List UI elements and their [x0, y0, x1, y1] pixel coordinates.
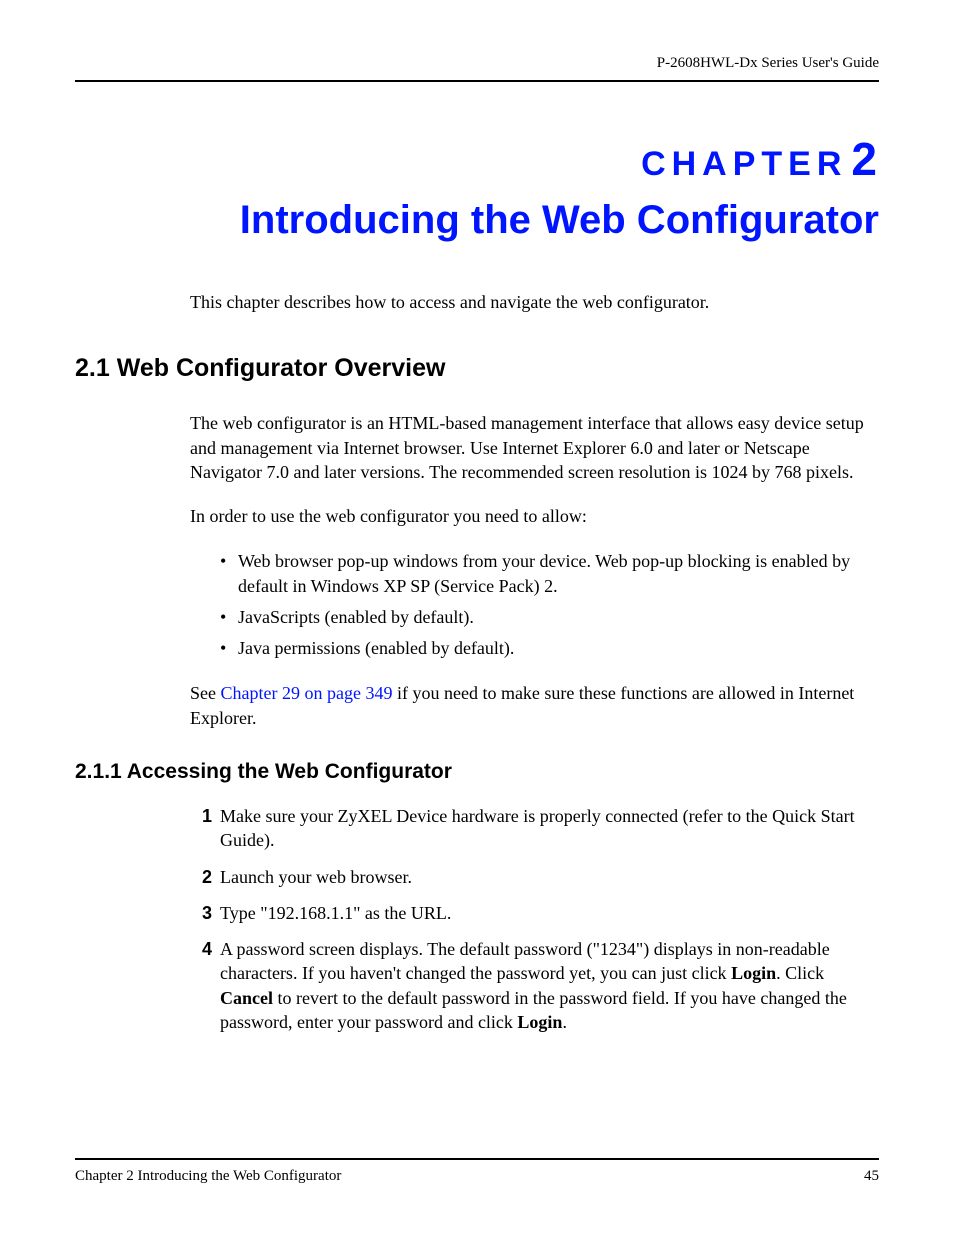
chapter-number: 2 [851, 133, 879, 185]
body-paragraph: In order to use the web configurator you… [190, 504, 879, 528]
step-number: 1 [190, 804, 212, 853]
step-number: 3 [190, 901, 212, 925]
step-text-fragment: . Click [776, 963, 824, 983]
footer-chapter-title: Chapter 2 Introducing the Web Configurat… [75, 1168, 341, 1185]
list-item: Web browser pop-up windows from your dev… [220, 549, 879, 599]
cross-reference-link[interactable]: Chapter 29 on page 349 [221, 683, 393, 703]
page-header: P-2608HWL-Dx Series User's Guide [75, 55, 879, 82]
step-item: 3 Type "192.168.1.1" as the URL. [190, 901, 879, 925]
page-number: 45 [864, 1168, 879, 1185]
section-heading-2-1: 2.1 Web Configurator Overview [75, 354, 879, 383]
login-label: Login [517, 1012, 562, 1032]
step-item: 1 Make sure your ZyXEL Device hardware i… [190, 804, 879, 853]
step-item: 4 A password screen displays. The defaul… [190, 937, 879, 1034]
cancel-label: Cancel [220, 988, 273, 1008]
see-reference-paragraph: See Chapter 29 on page 349 if you need t… [190, 681, 879, 730]
list-item: Java permissions (enabled by default). [220, 636, 879, 661]
chapter-intro: This chapter describes how to access and… [190, 291, 879, 314]
step-text-fragment: . [562, 1012, 567, 1032]
chapter-heading: CHAPTER 2 Introducing the Web Configurat… [75, 132, 879, 246]
requirements-list: Web browser pop-up windows from your dev… [220, 549, 879, 662]
login-label: Login [731, 963, 776, 983]
step-number: 2 [190, 865, 212, 889]
step-item: 2 Launch your web browser. [190, 865, 879, 889]
see-prefix: See [190, 683, 221, 703]
chapter-title: Introducing the Web Configurator [75, 194, 879, 246]
step-number: 4 [190, 937, 212, 1034]
section-heading-2-1-1: 2.1.1 Accessing the Web Configurator [75, 760, 879, 784]
steps-list: 1 Make sure your ZyXEL Device hardware i… [190, 804, 879, 1034]
step-text: Launch your web browser. [220, 865, 879, 889]
step-text: A password screen displays. The default … [220, 937, 879, 1034]
chapter-label: CHAPTER [641, 145, 847, 183]
page-footer: Chapter 2 Introducing the Web Configurat… [75, 1158, 879, 1185]
list-item: JavaScripts (enabled by default). [220, 605, 879, 630]
body-paragraph: The web configurator is an HTML-based ma… [190, 411, 879, 484]
step-text: Make sure your ZyXEL Device hardware is … [220, 804, 879, 853]
guide-title: P-2608HWL-Dx Series User's Guide [657, 55, 879, 71]
step-text: Type "192.168.1.1" as the URL. [220, 901, 879, 925]
